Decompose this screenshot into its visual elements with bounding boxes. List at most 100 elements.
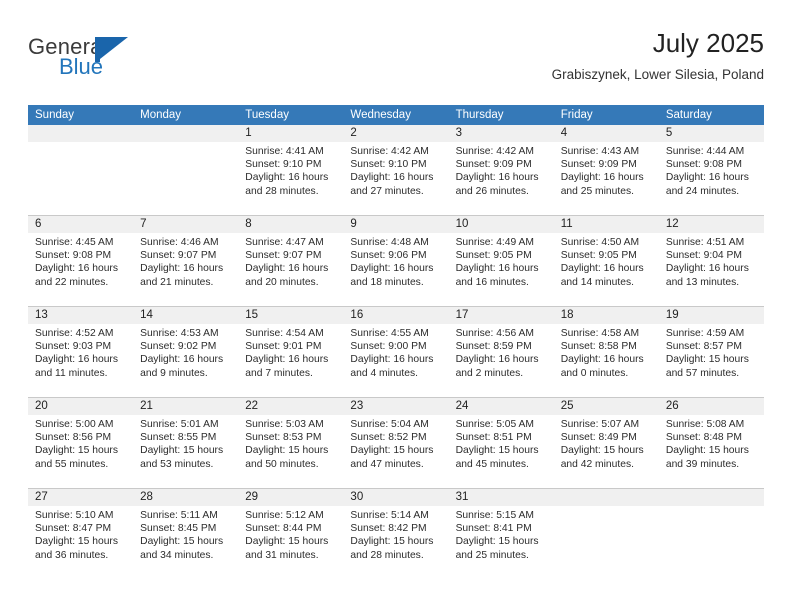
daylight-text-line2: and 57 minutes.: [665, 367, 740, 379]
calendar-page: General Blue July 2025 Grabiszynek, Lowe…: [0, 0, 792, 612]
daylight-text-line1: Daylight: 16 hours: [35, 354, 118, 366]
daylight-text-line2: and 22 minutes.: [35, 276, 109, 288]
day-number: 13: [35, 309, 48, 321]
sunset-text: Sunset: 8:57 PM: [665, 341, 742, 353]
day-cell[interactable]: 25 Sunrise: 5:07 AM Sunset: 8:49 PM Dayligh…: [553, 398, 659, 488]
day-cell[interactable]: 6 Sunrise: 4:45 AM Sunset: 9:08 PM Daylight…: [28, 216, 134, 306]
day-info: Sunrise: 5:05 AM Sunset: 8:51 PM Daylight:…: [449, 415, 554, 471]
daylight-text-line1: Daylight: 15 hours: [35, 445, 118, 457]
day-cell[interactable]: 26 Sunrise: 5:08 AM Sunset: 8:48 PM Dayligh…: [658, 398, 764, 488]
sunrise-text: Sunrise: 5:12 AM: [245, 510, 324, 521]
daylight-text-line2: and 28 minutes.: [350, 549, 424, 561]
daylight-text-line1: Daylight: 16 hours: [560, 263, 644, 275]
weekday-header-thursday: Thursday: [455, 109, 504, 121]
day-cell[interactable]: 2 Sunrise: 4:42 AM Sunset: 9:10 PM Daylight…: [343, 125, 449, 215]
title-block: July 2025 Grabiszynek, Lower Silesia, Po…: [552, 26, 764, 86]
day-number: 12: [665, 218, 679, 230]
daylight-text-line1: Daylight: 16 hours: [245, 263, 329, 275]
day-number: 24: [455, 400, 469, 412]
day-cell[interactable]: 10 Sunrise: 4:49 AM Sunset: 9:05 PM Dayligh…: [448, 216, 554, 306]
day-cell[interactable]: 9 Sunrise: 4:48 AM Sunset: 9:06 PM Daylight…: [343, 216, 449, 306]
sunrise-text: Sunrise: 5:05 AM: [455, 419, 534, 430]
daylight-text-line2: and 27 minutes.: [350, 185, 424, 197]
daylight-text-line1: Daylight: 16 hours: [665, 263, 749, 275]
day-cell[interactable]: 7 Sunrise: 4:46 AM Sunset: 9:07 PM Daylight…: [133, 216, 239, 306]
weekday-header-monday: Monday: [140, 109, 182, 121]
day-cell[interactable]: 13 Sunrise: 4:52 AM Sunset: 9:03 PM Dayligh…: [28, 307, 134, 397]
daylight-text-line1: Daylight: 15 hours: [665, 445, 749, 457]
daylight-text-line1: Daylight: 15 hours: [455, 536, 539, 548]
day-cell[interactable]: 14 Sunrise: 4:53 AM Sunset: 9:02 PM Dayligh…: [133, 307, 239, 397]
sunset-text: Sunset: 9:08 PM: [35, 250, 112, 262]
day-info: Sunrise: 4:54 AM Sunset: 9:01 PM Daylight:…: [238, 324, 343, 380]
day-cell[interactable]: 22 Sunrise: 5:03 AM Sunset: 8:53 PM Dayligh…: [238, 398, 344, 488]
day-cell[interactable]: 28 Sunrise: 5:11 AM Sunset: 8:45 PM Dayligh…: [133, 489, 239, 579]
day-cell[interactable]: 19 Sunrise: 4:59 AM Sunset: 8:57 PM Dayligh…: [658, 307, 764, 397]
day-number: 1: [245, 127, 252, 139]
day-cell[interactable]: 21 Sunrise: 5:01 AM Sunset: 8:55 PM Dayligh…: [133, 398, 239, 488]
daylight-text-line2: and 53 minutes.: [140, 458, 214, 470]
day-cell[interactable]: 3 Sunrise: 4:42 AM Sunset: 9:09 PM Daylight…: [448, 125, 554, 215]
day-cell[interactable]: 18 Sunrise: 4:58 AM Sunset: 8:58 PM Dayligh…: [553, 307, 659, 397]
sunrise-text: Sunrise: 4:46 AM: [140, 237, 219, 248]
weekday-header-wednesday: Wednesday: [350, 109, 411, 121]
daylight-text-line2: and 11 minutes.: [35, 367, 108, 379]
day-info: Sunrise: 4:44 AM Sunset: 9:08 PM Daylight:…: [659, 142, 764, 198]
day-cell[interactable]: 31 Sunrise: 5:15 AM Sunset: 8:41 PM Dayligh…: [448, 489, 554, 579]
day-cell[interactable]: 29 Sunrise: 5:12 AM Sunset: 8:44 PM Dayligh…: [238, 489, 344, 579]
day-number: 19: [665, 309, 679, 321]
day-info: Sunrise: 4:53 AM Sunset: 9:02 PM Daylight:…: [133, 324, 238, 380]
day-cell[interactable]: 20 Sunrise: 5:00 AM Sunset: 8:56 PM Dayligh…: [28, 398, 134, 488]
logo-text-blue: Blue: [59, 54, 104, 79]
day-info: Sunrise: 5:07 AM Sunset: 8:49 PM Daylight:…: [554, 415, 659, 471]
calendar-week-cells: 1 Sunrise: 4:41 AM Sunset: 9:10 PM Daylight…: [28, 125, 764, 215]
calendar-week-row: 6 Sunrise: 4:45 AM Sunset: 9:08 PM Daylight…: [28, 215, 764, 306]
day-cell[interactable]: 16 Sunrise: 4:55 AM Sunset: 9:00 PM Dayligh…: [343, 307, 449, 397]
day-cell[interactable]: 8 Sunrise: 4:47 AM Sunset: 9:07 PM Daylight…: [238, 216, 344, 306]
day-cell[interactable]: 5 Sunrise: 4:44 AM Sunset: 9:08 PM Daylight…: [658, 125, 764, 215]
daylight-text-line2: and 24 minutes.: [665, 185, 740, 197]
day-number: 4: [560, 127, 568, 139]
sunset-text: Sunset: 8:49 PM: [560, 432, 637, 444]
day-cell[interactable]: 24 Sunrise: 5:05 AM Sunset: 8:51 PM Dayligh…: [448, 398, 554, 488]
sunset-text: Sunset: 8:42 PM: [350, 523, 427, 535]
sunrise-text: Sunrise: 5:07 AM: [560, 419, 640, 430]
day-info: Sunrise: 4:46 AM Sunset: 9:07 PM Daylight:…: [133, 233, 238, 289]
daylight-text-line2: and 14 minutes.: [560, 276, 634, 288]
daylight-text-line2: and 34 minutes.: [140, 549, 214, 561]
daylight-text-line1: Daylight: 16 hours: [665, 172, 749, 184]
daylight-text-line1: Daylight: 15 hours: [455, 445, 539, 457]
day-cell[interactable]: 27 Sunrise: 5:10 AM Sunset: 8:47 PM Dayligh…: [28, 489, 134, 579]
day-cell[interactable]: 11 Sunrise: 4:50 AM Sunset: 9:05 PM Dayligh…: [553, 216, 659, 306]
daylight-text-line1: Daylight: 15 hours: [140, 536, 224, 548]
day-cell[interactable]: 23 Sunrise: 5:04 AM Sunset: 8:52 PM Dayligh…: [343, 398, 449, 488]
calendar-week-cells: 27 Sunrise: 5:10 AM Sunset: 8:47 PM Dayligh…: [28, 489, 764, 579]
daylight-text-line1: Daylight: 16 hours: [350, 354, 434, 366]
sunrise-text: Sunrise: 4:58 AM: [560, 328, 640, 339]
sunrise-text: Sunrise: 5:04 AM: [350, 419, 429, 430]
day-cell[interactable]: 12 Sunrise: 4:51 AM Sunset: 9:04 PM Dayligh…: [658, 216, 764, 306]
sunset-text: Sunset: 8:51 PM: [455, 432, 532, 444]
daylight-text-line1: Daylight: 15 hours: [350, 536, 434, 548]
calendar-week-cells: 13 Sunrise: 4:52 AM Sunset: 9:03 PM Dayligh…: [28, 307, 764, 397]
calendar-week-cells: 20 Sunrise: 5:00 AM Sunset: 8:56 PM Dayligh…: [28, 398, 764, 488]
day-cell[interactable]: 1 Sunrise: 4:41 AM Sunset: 9:10 PM Daylight…: [238, 125, 344, 215]
day-number: 5: [665, 127, 673, 139]
day-number: 28: [140, 491, 153, 503]
day-cell[interactable]: 30 Sunrise: 5:14 AM Sunset: 8:42 PM Dayligh…: [343, 489, 449, 579]
sunset-text: Sunset: 8:55 PM: [140, 432, 217, 444]
sunrise-text: Sunrise: 4:51 AM: [665, 237, 745, 248]
daylight-text-line1: Daylight: 15 hours: [140, 445, 224, 457]
sunrise-text: Sunrise: 4:52 AM: [35, 328, 114, 339]
sunrise-text: Sunrise: 4:42 AM: [455, 146, 534, 157]
sunrise-text: Sunrise: 5:11 AM: [140, 510, 218, 521]
sunrise-text: Sunrise: 4:48 AM: [350, 237, 429, 248]
daylight-text-line2: and 42 minutes.: [560, 458, 634, 470]
day-cell[interactable]: 15 Sunrise: 4:54 AM Sunset: 9:01 PM Dayligh…: [238, 307, 344, 397]
daylight-text-line1: Daylight: 15 hours: [245, 536, 329, 548]
day-cell[interactable]: 4 Sunrise: 4:43 AM Sunset: 9:09 PM Daylight…: [553, 125, 659, 215]
day-cell[interactable]: 17 Sunrise: 4:56 AM Sunset: 8:59 PM Dayligh…: [448, 307, 554, 397]
daylight-text-line2: and 2 minutes.: [455, 367, 524, 379]
day-number: 30: [350, 491, 364, 503]
calendar-grid: Sunday Monday Tuesday Wednesday Thursday…: [28, 105, 764, 579]
